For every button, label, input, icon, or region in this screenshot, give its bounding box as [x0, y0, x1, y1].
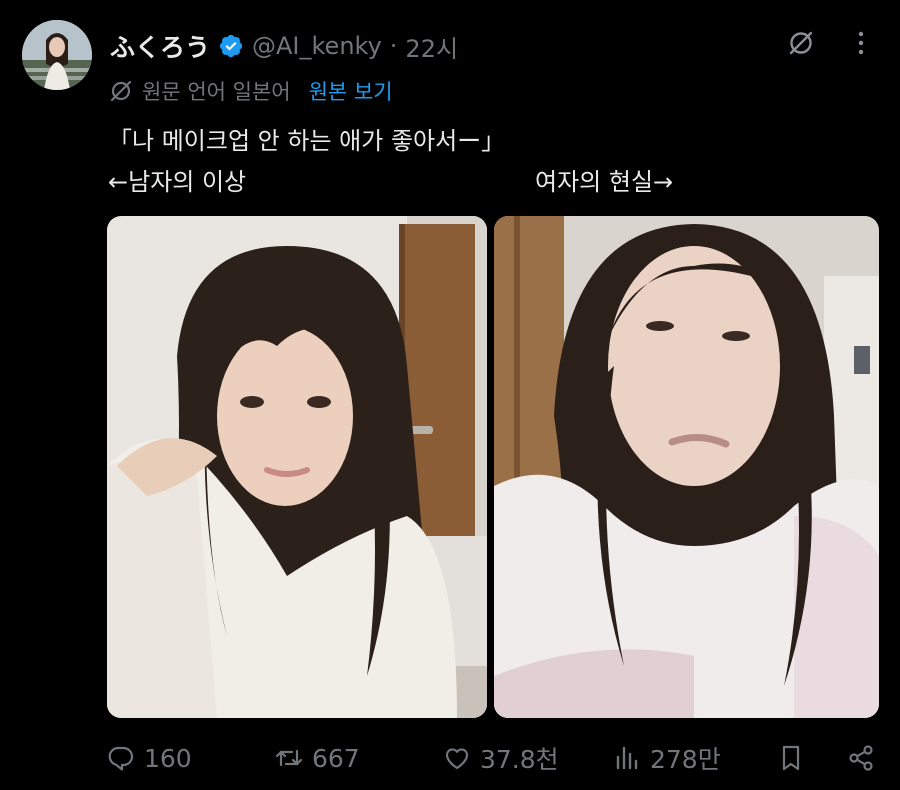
- bookmark-icon: [782, 745, 800, 771]
- separator-dot: ·: [389, 32, 398, 60]
- share-icon: [849, 745, 873, 771]
- reply-button[interactable]: 160: [106, 733, 192, 783]
- show-original-link[interactable]: 원본 보기: [309, 76, 393, 106]
- tweet-text: 「나 메이크업 안 하는 애가 좋아서ー」 ←남자의 이상 여자의 현실→: [108, 122, 868, 204]
- translation-language-note: 원문 언어 일본어: [142, 80, 291, 104]
- header-actions: [786, 28, 876, 58]
- reply-icon: [108, 746, 134, 771]
- timestamp[interactable]: 22시: [405, 29, 458, 64]
- caption-right: 여자의 현실→: [535, 168, 674, 196]
- views-count: 278만: [650, 745, 721, 774]
- reply-count: 160: [144, 743, 192, 773]
- translation-notice: 원문 언어 일본어 원본 보기: [108, 76, 393, 106]
- tweet-header: ふくろう @AI_kenky · 22시: [110, 28, 458, 64]
- more-icon[interactable]: [846, 28, 876, 58]
- translate-off-icon[interactable]: [786, 28, 816, 58]
- views-icon: [616, 746, 638, 770]
- handle[interactable]: @AI_kenky: [252, 32, 382, 60]
- caption-left: ←남자의 이상: [108, 168, 247, 196]
- bookmark-button[interactable]: [776, 733, 806, 783]
- share-button[interactable]: [846, 733, 876, 783]
- avatar[interactable]: [22, 20, 92, 90]
- repost-button[interactable]: 667: [274, 733, 360, 783]
- like-icon: [445, 748, 469, 770]
- tweet-photo-left[interactable]: [107, 216, 487, 718]
- tweet-text-line: 「나 메이크업 안 하는 애가 좋아서ー」: [108, 127, 506, 155]
- tweet-caption-row: ←남자의 이상 여자의 현실→: [108, 160, 868, 204]
- action-bar: 160 667 37.8천 278만: [0, 733, 900, 783]
- repost-icon: [275, 749, 303, 767]
- translate-off-icon: [110, 80, 132, 102]
- like-button[interactable]: 37.8천: [442, 733, 559, 783]
- tweet: ふくろう @AI_kenky · 22시 원문 언어 일본어 원본 보기 「나 …: [0, 0, 900, 790]
- views-button[interactable]: 278만: [612, 733, 721, 783]
- repost-count: 667: [312, 743, 360, 773]
- like-count: 37.8천: [480, 745, 559, 774]
- tweet-photo-right[interactable]: [494, 216, 879, 718]
- display-name[interactable]: ふくろう: [110, 28, 210, 64]
- verified-badge-icon: [219, 34, 243, 58]
